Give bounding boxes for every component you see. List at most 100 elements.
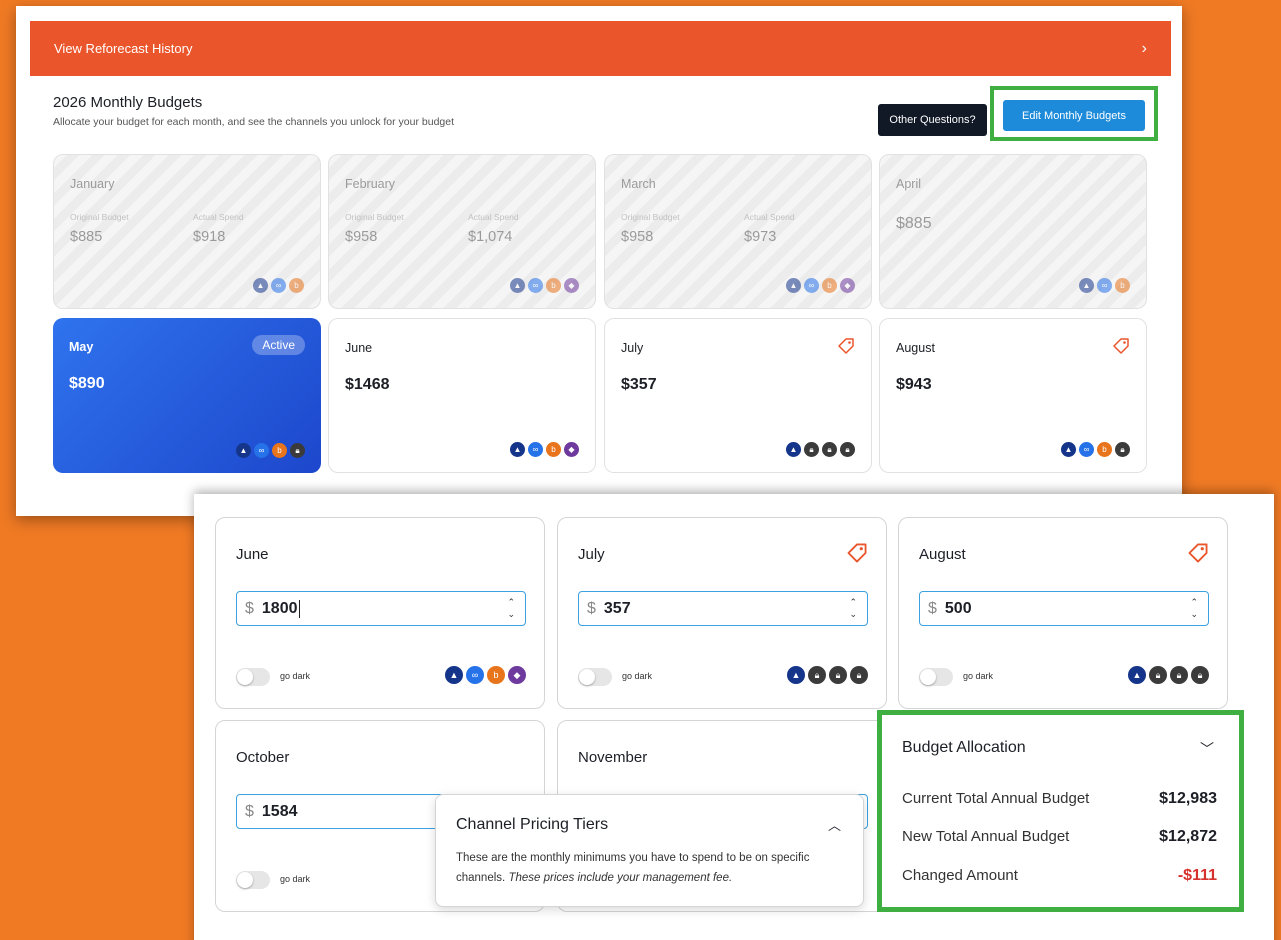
month-card-january[interactable]: January Original Budget Actual Spend $88…: [53, 154, 321, 309]
budget-input[interactable]: $ 500 ⌃ ⌄: [919, 591, 1209, 626]
chevron-down-icon[interactable]: ﹀: [1200, 739, 1214, 759]
go-dark-label: go dark: [622, 671, 653, 681]
month-card-april[interactable]: April $885 ▲ ∞ b: [879, 154, 1147, 309]
allocation-label: Current Total Annual Budget: [902, 790, 1090, 807]
lock-icon: 🔒︎: [1149, 666, 1167, 684]
channel-icons: ▲ ∞ b ◆: [510, 278, 579, 293]
allocation-value: -$111: [1177, 867, 1217, 884]
original-budget-label: Original Budget: [70, 212, 129, 222]
original-budget-value: $958: [345, 229, 378, 245]
channel-pricing-popup: Channel Pricing Tiers ︿ These are the mo…: [435, 794, 864, 907]
month-name: February: [345, 177, 396, 191]
go-dark-toggle[interactable]: [578, 668, 612, 686]
meta-icon: ∞: [1097, 278, 1112, 293]
original-budget-label: Original Budget: [345, 212, 404, 222]
edit-monthly-budgets-button[interactable]: Edit Monthly Budgets: [1003, 100, 1145, 131]
bing-icon: b: [1097, 442, 1112, 457]
google-ads-icon: ▲: [510, 442, 525, 457]
page-title: 2026 Monthly Budgets: [53, 94, 203, 111]
month-name: June: [345, 341, 373, 355]
google-ads-icon: ▲: [787, 666, 805, 684]
other-questions-button[interactable]: Other Questions?: [878, 104, 987, 136]
allocation-label: Changed Amount: [902, 867, 1018, 884]
edit-card-july: July $ 357 ⌃ ⌄ go dark ▲ 🔒︎ 🔒︎ 🔒︎: [557, 517, 887, 709]
banner-label: View Reforecast History: [54, 41, 193, 56]
month-card-march[interactable]: March Original Budget Actual Spend $958 …: [604, 154, 872, 309]
budget-input-value[interactable]: 500: [945, 600, 972, 618]
display-channel-icon: ◆: [564, 442, 579, 457]
budget-input-value[interactable]: 1584: [262, 803, 298, 821]
month-card-july[interactable]: July $357 ▲ 🔒︎ 🔒︎ 🔒︎: [604, 318, 872, 473]
actual-spend-value: $1,074: [468, 229, 513, 245]
budget-allocation-panel: Budget Allocation ﹀ Current Total Annual…: [877, 710, 1244, 912]
display-channel-icon: ◆: [840, 278, 855, 293]
meta-icon: ∞: [528, 278, 543, 293]
channel-icons: ▲ ∞ b ◆: [786, 278, 855, 293]
lock-icon: 🔒︎: [822, 442, 837, 457]
go-dark-toggle[interactable]: [236, 871, 270, 889]
active-badge: Active: [252, 335, 305, 355]
original-budget-value: $885: [70, 229, 103, 245]
popup-title: Channel Pricing Tiers: [456, 816, 609, 833]
allocation-label: New Total Annual Budget: [902, 828, 1070, 845]
google-ads-icon: ▲: [253, 278, 268, 293]
stepper-icon[interactable]: ⌃ ⌄: [849, 596, 857, 620]
month-card-august[interactable]: August $943 ▲ ∞ b 🔒︎: [879, 318, 1147, 473]
go-dark-label: go dark: [280, 671, 311, 681]
budget-value: $890: [69, 375, 105, 392]
google-ads-icon: ▲: [1128, 666, 1146, 684]
bing-icon: b: [1115, 278, 1130, 293]
month-name: May: [69, 340, 94, 354]
go-dark-toggle[interactable]: [919, 668, 953, 686]
month-name: April: [896, 177, 922, 191]
reforecast-history-banner[interactable]: View Reforecast History ›: [30, 21, 1171, 76]
budget-input[interactable]: $ 357 ⌃ ⌄: [578, 591, 868, 626]
allocation-value: $12,872: [1159, 828, 1217, 845]
stepper-icon[interactable]: ⌃ ⌄: [507, 596, 515, 620]
currency-symbol: $: [245, 802, 254, 820]
month-name: March: [621, 177, 656, 191]
bing-icon: b: [546, 278, 561, 293]
actual-spend-value: $918: [193, 229, 226, 245]
allocation-row: Changed Amount -$111: [902, 867, 1217, 885]
google-ads-icon: ▲: [786, 442, 801, 457]
month-card-may[interactable]: May Active $890 ▲ ∞ b 🔒︎: [53, 318, 321, 473]
original-budget-label: Original Budget: [621, 212, 680, 222]
budget-input[interactable]: $ 1800 ⌃ ⌄: [236, 591, 526, 626]
budget-input-value[interactable]: 1800: [262, 600, 298, 618]
price-tag-icon: [1113, 338, 1129, 354]
bing-icon: b: [289, 278, 304, 293]
lock-icon: 🔒︎: [804, 442, 819, 457]
channel-icons: ▲ ∞ b: [253, 278, 304, 293]
google-ads-icon: ▲: [236, 443, 251, 458]
google-ads-icon: ▲: [510, 278, 525, 293]
channel-icons: ▲ ∞ b: [1079, 278, 1130, 293]
text-cursor: [298, 599, 300, 618]
meta-icon: ∞: [271, 278, 286, 293]
chevron-up-icon[interactable]: ︿: [828, 815, 841, 834]
currency-symbol: $: [245, 599, 254, 617]
stepper-icon[interactable]: ⌃ ⌄: [1190, 596, 1198, 620]
budget-value: $357: [621, 376, 657, 393]
google-ads-icon: ▲: [786, 278, 801, 293]
go-dark-label: go dark: [280, 874, 311, 884]
budget-value: $1468: [345, 376, 390, 393]
go-dark-toggle[interactable]: [236, 668, 270, 686]
google-ads-icon: ▲: [445, 666, 463, 684]
lock-icon: 🔒︎: [1115, 442, 1130, 457]
channel-icons: ▲ 🔒︎ 🔒︎ 🔒︎: [1128, 666, 1209, 684]
lock-icon: 🔒︎: [290, 443, 305, 458]
lock-icon: 🔒︎: [850, 666, 868, 684]
budget-value: $885: [896, 215, 932, 232]
allocation-title: Budget Allocation: [902, 739, 1026, 756]
display-channel-icon: ◆: [508, 666, 526, 684]
month-card-june[interactable]: June $1468 ▲ ∞ b ◆: [328, 318, 596, 473]
channel-icons: ▲ ∞ b 🔒︎: [236, 443, 305, 458]
allocation-row: New Total Annual Budget $12,872: [902, 828, 1217, 846]
meta-icon: ∞: [528, 442, 543, 457]
month-card-february[interactable]: February Original Budget Actual Spend $9…: [328, 154, 596, 309]
actual-spend-label: Actual Spend: [744, 212, 795, 222]
channel-icons: ▲ 🔒︎ 🔒︎ 🔒︎: [787, 666, 868, 684]
popup-body: These are the monthly minimums you have …: [456, 848, 848, 888]
budget-input-value[interactable]: 357: [604, 600, 631, 618]
